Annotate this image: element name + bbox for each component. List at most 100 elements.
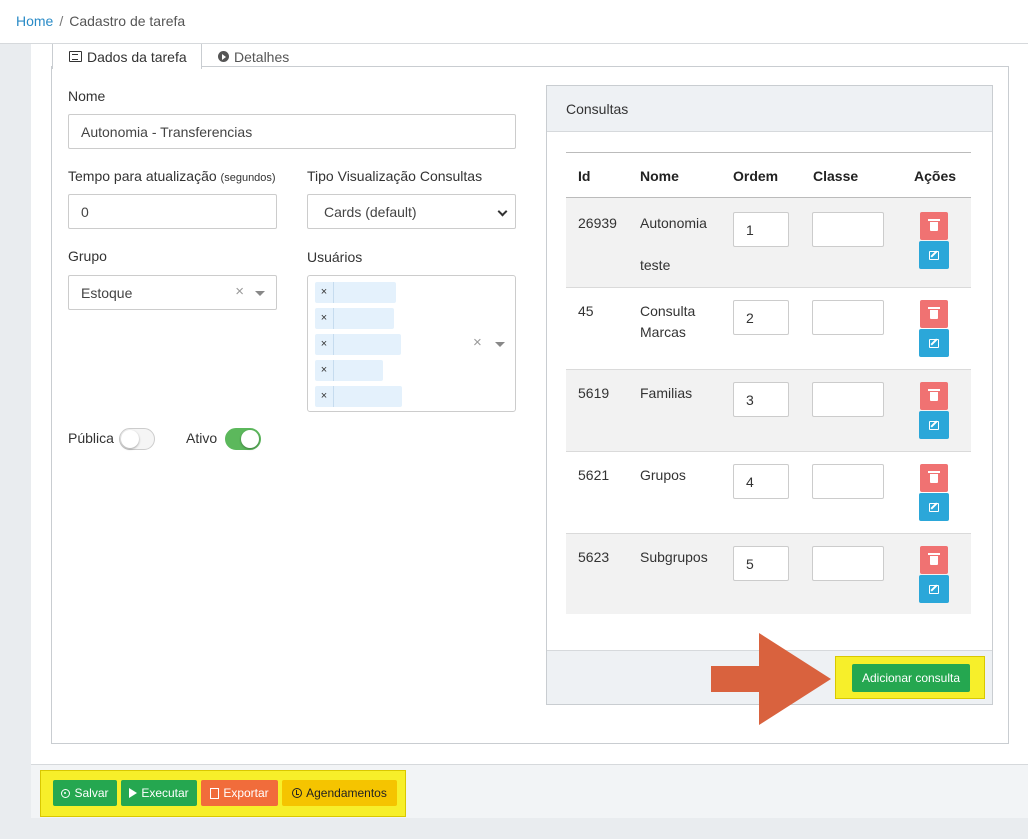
cell-nome-line2: Marcas (640, 324, 686, 340)
cell-nome: Familias (640, 385, 693, 401)
col-header-nome: Nome (640, 168, 679, 184)
executar-button[interactable]: Executar (121, 780, 197, 806)
tipo-value: Cards (default) (324, 203, 417, 220)
table-top-border (566, 152, 971, 153)
caret-down-icon (255, 291, 265, 296)
consultas-header: Consultas (547, 86, 992, 132)
publica-toggle[interactable] (119, 428, 155, 450)
dot-circle-icon (61, 788, 71, 798)
ordem-input[interactable]: 3 (733, 382, 789, 417)
delete-button[interactable] (920, 546, 948, 574)
user-chip: × (315, 360, 383, 381)
chip-remove-icon[interactable]: × (315, 334, 334, 355)
edit-icon (929, 502, 939, 512)
cell-nome: Autonomia (640, 215, 707, 231)
ordem-input[interactable]: 5 (733, 546, 789, 581)
col-header-id: Id (578, 168, 591, 184)
delete-button[interactable] (920, 212, 948, 240)
ordem-value: 1 (746, 221, 754, 238)
breadcrumb-current: Cadastro de tarefa (69, 13, 186, 29)
delete-button[interactable] (920, 464, 948, 492)
tempo-input[interactable]: 0 (68, 194, 277, 229)
trash-icon (928, 470, 940, 483)
trash-icon (928, 306, 940, 319)
top-bar: Home / Cadastro de tarefa (0, 0, 1028, 44)
col-header-acoes: Ações (914, 168, 957, 184)
publica-label: Pública (68, 430, 114, 446)
ordem-input[interactable]: 2 (733, 300, 789, 335)
nome-value: Autonomia - Transferencias (81, 123, 253, 140)
tab-dados-label: Dados da tarefa (87, 48, 187, 65)
classe-input[interactable] (812, 464, 884, 499)
breadcrumb-home-link[interactable]: Home (16, 13, 53, 29)
chip-remove-icon[interactable]: × (315, 282, 334, 303)
adicionar-consulta-button[interactable]: Adicionar consulta (852, 664, 970, 692)
agendamentos-label: Agendamentos (306, 786, 387, 800)
grupo-value: Estoque (81, 284, 133, 301)
edit-button[interactable] (919, 329, 949, 357)
col-header-classe: Classe (813, 168, 859, 184)
cell-nome: Subgrupos (640, 549, 708, 565)
user-chip: × (315, 282, 396, 303)
cell-id: 26939 (578, 215, 617, 231)
edit-button[interactable] (919, 575, 949, 603)
play-circle-icon (218, 51, 229, 62)
classe-input[interactable] (812, 382, 884, 417)
breadcrumb-separator: / (59, 13, 64, 29)
tempo-value: 0 (81, 203, 89, 220)
ativo-label: Ativo (186, 430, 218, 446)
nome-label: Nome (68, 88, 106, 104)
ativo-toggle[interactable] (225, 428, 261, 450)
tab-detalhes[interactable]: Detalhes (218, 44, 289, 69)
edit-button[interactable] (919, 411, 949, 439)
usuarios-clear-icon[interactable]: × (473, 334, 482, 351)
exportar-button[interactable]: Exportar (201, 780, 278, 806)
agendamentos-button[interactable]: Agendamentos (282, 780, 397, 806)
edit-button[interactable] (919, 493, 949, 521)
arrow-annotation-icon (711, 633, 831, 725)
arrow-shape (711, 633, 831, 725)
caret-down-icon (495, 342, 505, 347)
edit-icon (929, 420, 939, 430)
tipo-label: Tipo Visualização Consultas (307, 168, 483, 184)
user-chip: × (315, 334, 401, 355)
chevron-down-icon (497, 206, 508, 217)
classe-input[interactable] (812, 212, 884, 247)
cell-id: 5619 (578, 385, 610, 401)
tempo-label-text: Tempo para atualização (68, 168, 217, 184)
delete-button[interactable] (920, 300, 948, 328)
classe-input[interactable] (812, 300, 884, 335)
usuarios-multiselect[interactable]: × × × × × × (307, 275, 516, 412)
clock-icon (292, 788, 303, 798)
toggle-knob (241, 430, 259, 448)
tab-detalhes-label: Detalhes (234, 48, 290, 65)
classe-input[interactable] (812, 546, 884, 581)
delete-button[interactable] (920, 382, 948, 410)
ordem-input[interactable]: 4 (733, 464, 789, 499)
usuarios-label: Usuários (307, 249, 363, 265)
edit-button[interactable] (919, 241, 949, 269)
chip-remove-icon[interactable]: × (315, 360, 334, 381)
ordem-value: 4 (746, 473, 754, 490)
edit-icon (929, 584, 939, 594)
cell-nome-line2: teste (640, 257, 671, 273)
cell-id: 5621 (578, 467, 610, 483)
edit-icon (929, 250, 939, 260)
user-chip: × (315, 386, 402, 407)
grupo-clear-icon[interactable]: × (235, 283, 244, 300)
tipo-select[interactable]: Cards (default) (307, 194, 516, 229)
user-chip: × (315, 308, 394, 329)
trash-icon (928, 218, 940, 231)
nome-input[interactable]: Autonomia - Transferencias (68, 114, 516, 149)
salvar-button[interactable]: Salvar (53, 780, 117, 806)
tab-dados-da-tarefa[interactable]: Dados da tarefa (52, 44, 202, 69)
col-header-ordem: Ordem (733, 168, 779, 184)
exportar-label: Exportar (223, 786, 269, 800)
cell-id: 5623 (578, 549, 610, 565)
ordem-input[interactable]: 1 (733, 212, 789, 247)
edit-icon (929, 338, 939, 348)
chip-remove-icon[interactable]: × (315, 386, 334, 407)
grupo-select[interactable]: Estoque × (68, 275, 277, 310)
chip-remove-icon[interactable]: × (315, 308, 334, 329)
grupo-label: Grupo (68, 248, 107, 264)
